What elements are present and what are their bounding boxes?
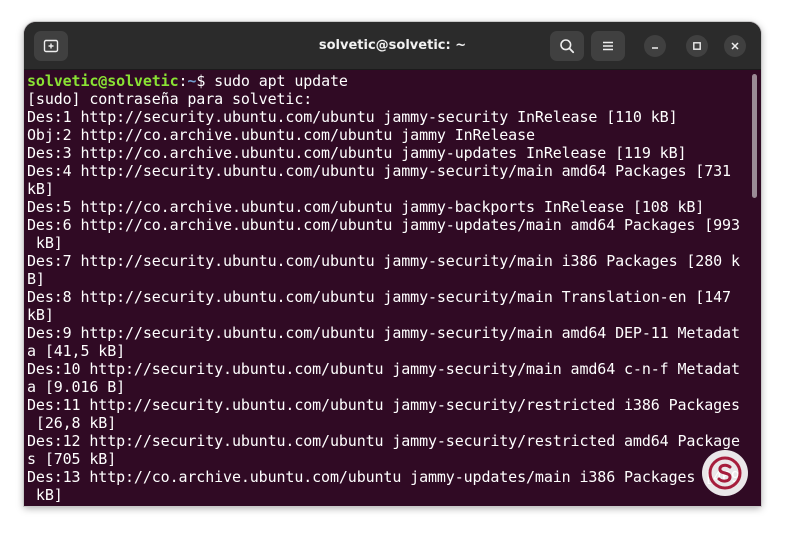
output-line: Des:7 http://security.ubuntu.com/ubuntu … xyxy=(27,252,740,270)
output-line: Des:6 http://co.archive.ubuntu.com/ubunt… xyxy=(27,216,740,234)
output-line: Des:12 http://security.ubuntu.com/ubuntu… xyxy=(27,432,740,450)
output-line: a [41,5 kB] xyxy=(27,342,126,360)
prompt-path: ~ xyxy=(187,72,197,90)
output-line: Des:11 http://security.ubuntu.com/ubuntu… xyxy=(27,396,740,414)
output-line: Des:5 http://co.archive.ubuntu.com/ubunt… xyxy=(27,198,705,216)
output-line: [26,8 kB] xyxy=(27,414,117,432)
output-line: Des:3 http://co.archive.ubuntu.com/ubunt… xyxy=(27,144,687,162)
output-line: kB] xyxy=(27,306,54,324)
terminal-scrollbar[interactable] xyxy=(752,74,757,198)
menu-button[interactable] xyxy=(591,31,625,61)
new-tab-button[interactable] xyxy=(34,31,68,61)
output-line: [sudo] contraseña para solvetic: xyxy=(27,90,313,108)
output-line: kB] xyxy=(27,180,54,198)
output-line: B] xyxy=(27,270,45,288)
maximize-button[interactable] xyxy=(686,35,708,57)
maximize-icon xyxy=(693,42,701,50)
output-line: Des:9 http://security.ubuntu.com/ubuntu … xyxy=(27,324,740,342)
output-line: Obj:2 http://co.archive.ubuntu.com/ubunt… xyxy=(27,126,535,144)
terminal-output[interactable]: solvetic@solvetic:~$ sudo apt update [su… xyxy=(27,72,749,506)
search-icon xyxy=(560,39,575,54)
output-line: a [9.016 B] xyxy=(27,378,126,396)
hamburger-menu-icon xyxy=(603,41,613,51)
prompt-line: solvetic@solvetic:~$ sudo apt update xyxy=(27,72,749,90)
prompt-user-host: solvetic@solvetic xyxy=(27,72,179,90)
output-line: Des:10 http://security.ubuntu.com/ubuntu… xyxy=(27,360,740,378)
close-icon xyxy=(731,42,739,50)
prompt-command: sudo apt update xyxy=(205,72,348,90)
output-line: Des:1 http://security.ubuntu.com/ubuntu … xyxy=(27,108,678,126)
search-button[interactable] xyxy=(550,31,584,61)
output-line: Des:8 http://security.ubuntu.com/ubuntu … xyxy=(27,288,731,306)
new-tab-icon xyxy=(43,39,59,53)
close-button[interactable] xyxy=(724,35,746,57)
output-line: Des:4 http://security.ubuntu.com/ubuntu … xyxy=(27,162,731,180)
prompt-symbol: $ xyxy=(196,72,206,90)
solvetic-logo-icon xyxy=(708,456,742,490)
output-line: Des:13 http://co.archive.ubuntu.com/ubun… xyxy=(27,468,740,486)
minimize-icon xyxy=(652,47,658,49)
output-line: s [705 kB] xyxy=(27,450,117,468)
minimize-button[interactable] xyxy=(644,35,666,57)
solvetic-watermark xyxy=(702,450,748,496)
output-line: kB] xyxy=(27,486,63,504)
terminal-window: solvetic@solvetic: ~ solvetic@solvetic:~… xyxy=(24,22,761,506)
output-line: kB] xyxy=(27,234,63,252)
title-bar: solvetic@solvetic: ~ xyxy=(24,22,761,70)
